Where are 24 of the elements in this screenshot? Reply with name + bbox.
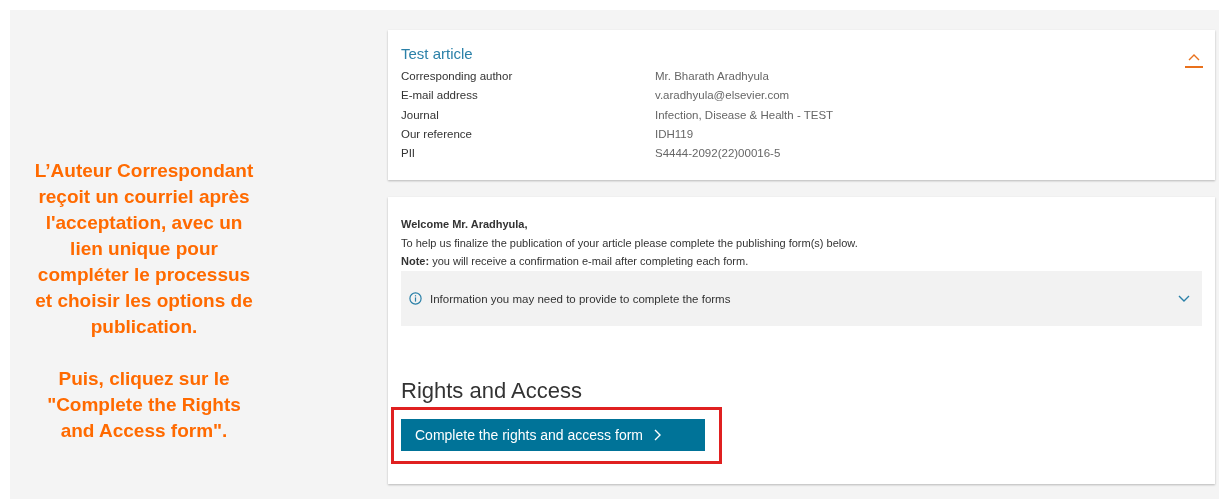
greeting-text: Welcome Mr. Aradhyula, [401, 218, 528, 230]
field-label: Journal [401, 107, 440, 123]
annotation-text: Puis, cliquez sur le "Complete the Rights and Access form". [46, 367, 242, 443]
field-value: Mr. Bharath Aradhyula [655, 69, 769, 84]
field-value: S4444-2092(22)00016-5 [655, 146, 781, 162]
field-label: PII [401, 146, 417, 162]
info-icon [409, 292, 422, 305]
article-title: Test article [401, 45, 473, 62]
field-value: IDH119 [655, 126, 694, 142]
field-label: Corresponding author [401, 69, 514, 84]
intro-text: To help us finalize the publication of your article please complete the publishing form(s) below. [401, 236, 859, 251]
info-panel[interactable]: Information you may need to provide to complete the forms [401, 271, 1202, 326]
field-label: Our reference [401, 126, 473, 142]
field-label: E-mail address [401, 88, 479, 104]
collapse-icon[interactable] [1188, 52, 1200, 63]
chevron-right-icon [653, 429, 661, 441]
note-text: Note: you will receive a confirmation e-mail after completing each form. [401, 254, 750, 269]
expand-icon[interactable] [1178, 293, 1190, 304]
field-value: Infection, Disease & Health - TEST [655, 107, 834, 123]
field-value: v.aradhyula@elsevier.com [655, 88, 790, 104]
info-text: Information you may need to provide to complete the forms [430, 292, 732, 305]
annotation-text: L’Auteur Correspondant reçoit un courriel après l'acceptation, avec un lien unique pour compléter le processus et choisir les options de publication. [33, 159, 255, 339]
section-heading: Rights and Access [401, 378, 583, 404]
rights-form-button[interactable]: Complete the rights and access form [401, 419, 705, 451]
